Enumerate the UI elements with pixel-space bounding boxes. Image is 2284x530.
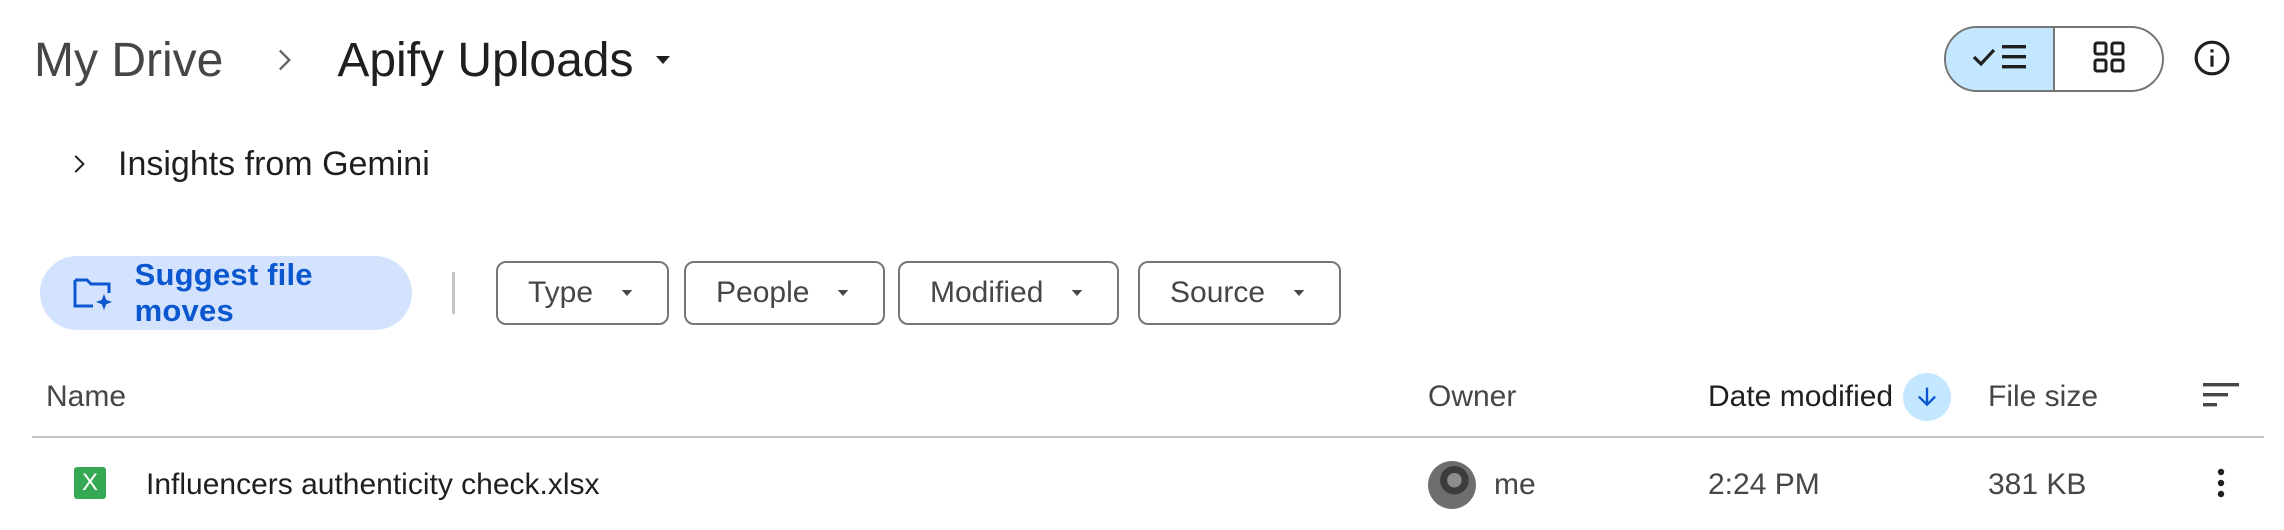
- filter-divider: [452, 272, 455, 314]
- avatar: [1428, 461, 1476, 509]
- caret-down-icon: [1287, 281, 1311, 305]
- check-list-icon: [1971, 40, 2029, 79]
- info-button[interactable]: [2188, 36, 2236, 84]
- info-icon: [2193, 39, 2231, 82]
- chevron-right-icon: [261, 38, 305, 82]
- more-actions-button[interactable]: [2194, 440, 2248, 530]
- breadcrumb: My Drive Apify Uploads: [32, 28, 681, 92]
- owner-name: me: [1494, 468, 1536, 501]
- chip-label: Type: [528, 276, 594, 309]
- date-modified-cell: 2:24 PM: [1708, 468, 1820, 501]
- chip-label: Source: [1170, 276, 1266, 309]
- xlsx-icon: X: [74, 467, 106, 499]
- grid-icon: [2093, 41, 2125, 78]
- insights-label: Insights from Gemini: [118, 144, 430, 183]
- chevron-right-icon: [60, 146, 96, 182]
- header-date-modified-label: Date modified: [1708, 380, 1894, 413]
- header-date-modified[interactable]: Date modified: [1708, 358, 1952, 436]
- suggest-file-moves-button[interactable]: Suggest file moves: [40, 256, 412, 330]
- caret-down-icon: [1065, 281, 1089, 305]
- arrow-down-icon[interactable]: [1903, 373, 1952, 421]
- filter-chip-people[interactable]: People: [684, 261, 886, 325]
- file-name[interactable]: Influencers authenticity check.xlsx: [146, 440, 600, 530]
- folder-sparkle-icon: [72, 273, 115, 313]
- more-vert-icon: [2216, 468, 2226, 503]
- header-file-size[interactable]: File size: [1988, 358, 2098, 436]
- breadcrumb-current-folder[interactable]: Apify Uploads: [337, 33, 681, 88]
- suggest-file-moves-label: Suggest file moves: [134, 257, 313, 328]
- grid-view-button[interactable]: [2055, 28, 2162, 90]
- header-owner[interactable]: Owner: [1428, 358, 1516, 436]
- sort-options-button[interactable]: [2194, 358, 2248, 436]
- chip-label: People: [716, 276, 810, 309]
- caret-down-icon: [645, 42, 681, 78]
- filter-chip-source[interactable]: Source: [1138, 261, 1342, 325]
- file-size-cell: 381 KB: [1988, 468, 2087, 501]
- breadcrumb-my-drive[interactable]: My Drive: [32, 33, 225, 88]
- table-row[interactable]: X Influencers authenticity check.xlsx me…: [32, 440, 2264, 530]
- insights-toggle[interactable]: Insights from Gemini: [60, 140, 430, 188]
- owner-cell: me: [1428, 440, 1536, 530]
- filter-chip-type[interactable]: Type: [496, 261, 670, 325]
- caret-down-icon: [615, 281, 639, 305]
- caret-down-icon: [831, 281, 855, 305]
- header-name[interactable]: Name: [46, 358, 126, 436]
- table-header: Name Owner Date modified File size: [32, 358, 2264, 438]
- list-view-button[interactable]: [1946, 28, 2055, 90]
- filter-chip-modified[interactable]: Modified: [898, 261, 1120, 325]
- view-toggle: [1944, 26, 2164, 92]
- current-folder-label: Apify Uploads: [337, 33, 634, 87]
- sort-lines-icon: [2202, 380, 2240, 415]
- chip-label: Modified: [930, 276, 1044, 309]
